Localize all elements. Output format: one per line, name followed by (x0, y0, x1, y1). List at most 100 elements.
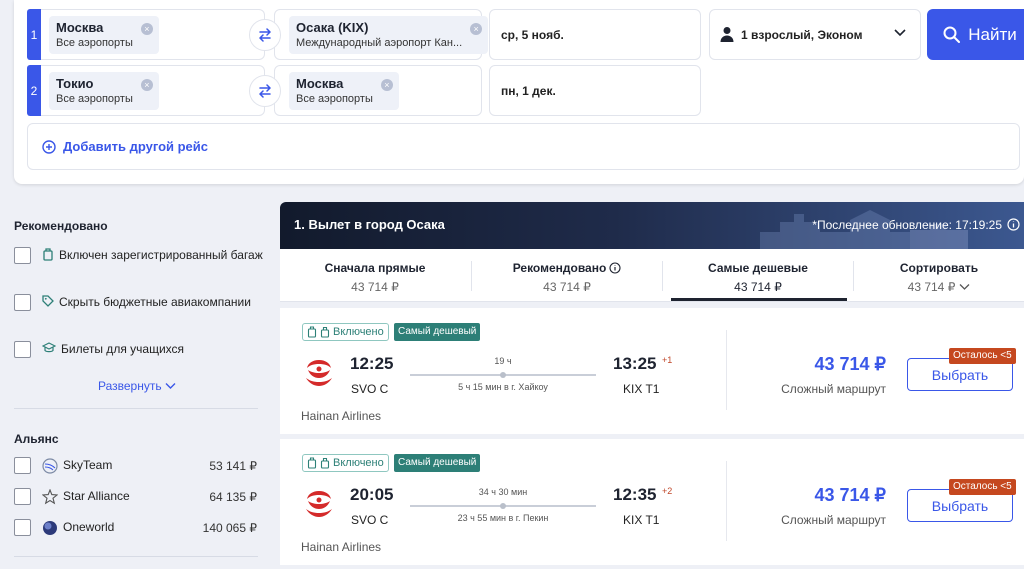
find-label: Найти (968, 24, 1017, 44)
stop-dot (500, 372, 506, 378)
sidebar-divider (14, 408, 258, 409)
baggage-included-tag: Включено (302, 323, 389, 341)
arrival-airport: KIX T1 (623, 382, 660, 396)
filters-sidebar: Рекомендовано Включен зарегистрированный… (0, 184, 272, 569)
destination-city: Москва (296, 76, 344, 91)
clear-origin-icon[interactable]: × (140, 23, 153, 35)
chevron-down-icon (959, 284, 970, 290)
sort-tab-cheapest[interactable]: Самые дешевые 43 714 ₽ (663, 249, 853, 302)
results-title: 1. Вылет в город Осака (294, 217, 445, 232)
sort-price: 43 714 ₽ (543, 280, 591, 294)
layover-info: 23 ч 55 мин в г. Пекин (457, 513, 549, 523)
chevron-down-icon (165, 383, 176, 389)
filter-baggage[interactable]: Включен зарегистрированный багаж (14, 247, 264, 264)
checkbox[interactable] (14, 519, 31, 536)
destination-city: Осака (KIX) (296, 20, 369, 35)
clear-origin-icon[interactable]: × (140, 79, 153, 91)
hainan-airlines-logo (306, 491, 332, 517)
results-header: 1. Вылет в город Осака *Последнее обновл… (280, 202, 1024, 249)
flight-duration: 34 ч 30 мин (478, 487, 528, 497)
checkbox[interactable] (14, 488, 31, 505)
alliance-skyteam[interactable]: SkyTeam 53 141 ₽ (14, 457, 264, 474)
card-divider (726, 461, 727, 541)
person-icon (720, 27, 734, 42)
origin-chip[interactable]: Москва Все аэропорты × (49, 16, 159, 54)
destination-chip[interactable]: Осака (KIX) Международный аэропорт Кан..… (289, 16, 489, 54)
flight-price: 43 714 ₽ (814, 354, 886, 374)
alliance-oneworld[interactable]: Oneworld 140 065 ₽ (14, 519, 264, 536)
baggage-label: Включено (333, 457, 384, 469)
sort-bar: Сначала прямые 43 714 ₽ Рекомендовано 43… (280, 249, 1024, 302)
origin-field[interactable]: Москва Все аэропорты × (41, 9, 265, 60)
sort-tab-recommended[interactable]: Рекомендовано 43 714 ₽ (472, 249, 662, 302)
sort-label: Сортировать (899, 261, 979, 275)
sort-price: 43 714 ₽ (351, 280, 399, 294)
filter-label: Скрыть бюджетные авиакомпании (59, 295, 251, 309)
tag-icon (42, 295, 54, 307)
sort-tab-direct[interactable]: Сначала прямые 43 714 ₽ (280, 249, 470, 302)
info-icon[interactable] (1007, 218, 1020, 231)
alliance-heading: Альянс (14, 432, 59, 446)
origin-airports: Все аэропорты (56, 37, 133, 49)
sort-label: Сначала прямые (324, 261, 426, 275)
info-icon[interactable] (609, 262, 621, 274)
last-updated: *Последнее обновление: 17:19:25 (812, 218, 1002, 232)
route-type: Сложный маршрут (781, 513, 886, 527)
destination-field[interactable]: Осака (KIX) Международный аэропорт Кан..… (274, 9, 489, 60)
sidebar-divider (14, 556, 258, 557)
airline-name: Hainan Airlines (301, 540, 382, 554)
star-alliance-icon (42, 489, 58, 505)
destination-field[interactable]: Москва Все аэропорты × (274, 65, 482, 116)
clear-destination-icon[interactable]: × (380, 79, 393, 91)
swap-icon (259, 28, 271, 42)
departure-time: 20:05 (350, 485, 394, 504)
checkbox[interactable] (14, 247, 31, 264)
add-flight-button[interactable]: Добавить другой рейс (27, 123, 1020, 170)
swap-cities-button[interactable] (249, 19, 281, 51)
date-field[interactable]: ср, 5 нояб. (489, 9, 701, 60)
flight-price: 43 714 ₽ (814, 485, 886, 505)
checkbox[interactable] (14, 341, 31, 358)
alliance-star[interactable]: Star Alliance 64 135 ₽ (14, 488, 264, 505)
departure-airport: SVO C (351, 382, 389, 396)
flight-card[interactable]: Включено Самый дешевый 20:05 SVO C 34 ч … (280, 439, 1024, 565)
baggage-icon (43, 248, 53, 261)
arrival-time: 12:35 (613, 485, 657, 504)
alliance-price: 64 135 ₽ (209, 490, 257, 504)
origin-chip[interactable]: Токио Все аэропорты × (49, 72, 159, 110)
origin-field[interactable]: Токио Все аэропорты × (41, 65, 265, 116)
sort-price-row: 43 714 ₽ (854, 280, 1024, 294)
search-icon (943, 26, 961, 43)
filter-students[interactable]: Билеты для учащихся (14, 341, 264, 358)
sort-label: Рекомендовано (512, 261, 607, 275)
alliance-label: Oneworld (63, 520, 115, 534)
departure-airport: SVO C (351, 513, 389, 527)
active-tab-indicator (671, 298, 847, 301)
baggage-icon (320, 326, 330, 338)
route-type: Сложный маршрут (781, 382, 886, 396)
expand-filters-link[interactable]: Развернуть (98, 379, 176, 393)
checkbox[interactable] (14, 294, 31, 311)
swap-cities-button[interactable] (249, 75, 281, 107)
flight-card[interactable]: Включено Самый дешевый 12:25 SVO C 19 ч … (280, 308, 1024, 434)
destination-airports: Все аэропорты (296, 93, 373, 105)
departure-time: 12:25 (350, 354, 394, 373)
destination-airport: Международный аэропорт Кан... (296, 37, 463, 49)
chevron-down-icon (894, 29, 906, 37)
checkbox[interactable] (14, 457, 31, 474)
destination-chip[interactable]: Москва Все аэропорты × (289, 72, 399, 110)
sort-dropdown[interactable]: Сортировать 43 714 ₽ (854, 249, 1024, 302)
find-button[interactable]: Найти (927, 9, 1024, 60)
filter-hide-budget[interactable]: Скрыть бюджетные авиакомпании (14, 294, 264, 311)
cheapest-badge: Самый дешевый (394, 323, 481, 341)
baggage-icon (320, 457, 330, 469)
origin-city: Москва (56, 20, 104, 35)
clear-destination-icon[interactable]: × (470, 23, 483, 35)
alliance-price: 53 141 ₽ (209, 459, 257, 473)
filter-label: Включен зарегистрированный багаж (59, 248, 263, 262)
carry-on-icon (307, 457, 317, 469)
date-field[interactable]: пн, 1 дек. (489, 65, 701, 116)
passengers-select[interactable]: 1 взрослый, Эконом (709, 9, 921, 60)
route-timeline (410, 372, 596, 378)
sort-price: 43 714 ₽ (907, 280, 956, 294)
